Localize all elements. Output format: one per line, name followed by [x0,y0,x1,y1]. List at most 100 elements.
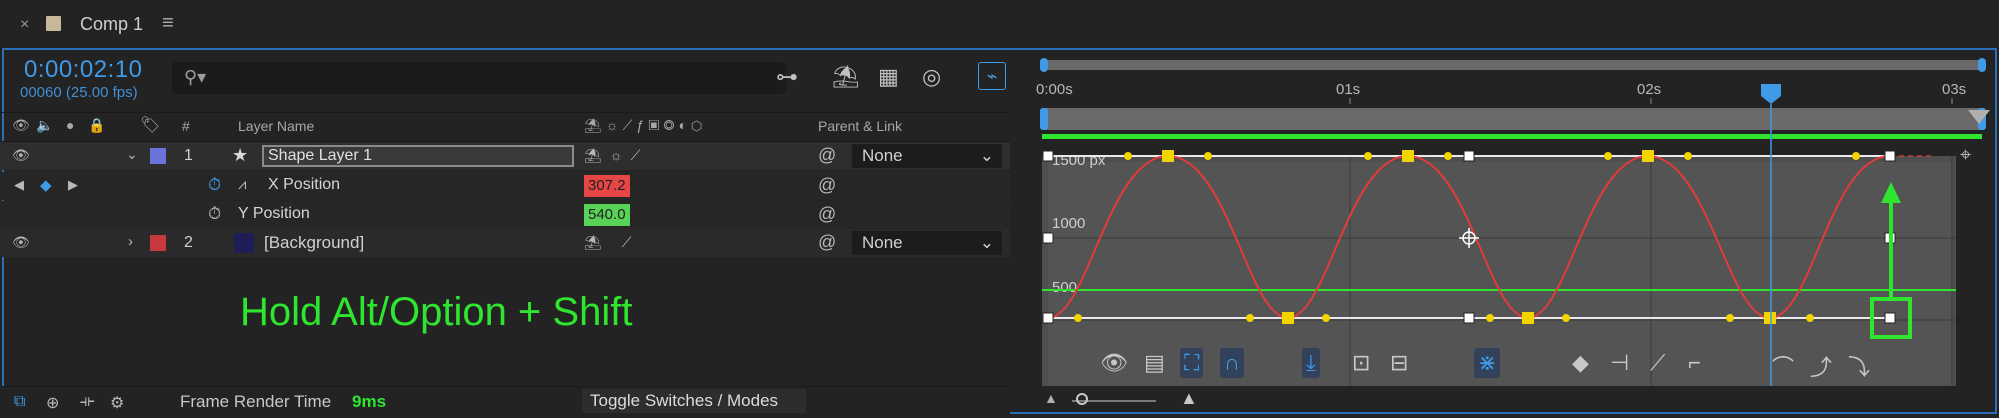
keyframe [1764,312,1776,324]
shy-layers-icon[interactable]: ⛱ [832,64,860,90]
fit-selection-icon[interactable]: ⊡ [1352,350,1370,376]
layer-duration-bar [1040,108,1986,130]
layer-name-background[interactable]: [Background] [264,233,364,253]
work-area-bar [1040,60,1986,70]
shape-layer-star-icon: ★ [232,145,249,165]
parent-dropdown-value: None [862,233,903,252]
separate-dimensions-icon[interactable]: ⋇ [1474,348,1501,378]
prev-keyframe-icon[interactable]: ◀ [14,177,24,193]
parent-dropdown-layer-2[interactable]: None ⌄ [852,231,1002,255]
easy-ease-icon[interactable]: ⌒ [1772,350,1794,382]
stopwatch-icon[interactable]: ⏱ [208,175,221,195]
property-row-x-position[interactable]: ◀ ◆ ▶ ⏱ ⩘ X Position @ [0,172,1010,200]
layer-row-2[interactable]: 👁 › 2 [Background] ⛱⟋ @ None ⌄ [0,229,1010,257]
keyframe-diamond-icon[interactable]: ◆ [40,176,52,194]
graph-editor-toolbar: 👁 ▤ ⛶ ∩ ⤓ ⊡ ⊟ ⋇ ◆ ⊣ ⟋ ⌐ ⌒ ⤴ ⤵ [1030,344,1990,384]
label-color-swatch[interactable] [150,235,166,251]
expand-chevron-down-icon[interactable]: ⌄ [126,146,138,163]
y-position-value[interactable]: 540.0 [584,204,630,226]
transform-box-icon[interactable]: ⛶ [1180,348,1204,378]
label-color-swatch[interactable] [150,148,166,164]
lock-switch-icon[interactable]: 🔒 [88,117,105,134]
expand-chevron-right-icon[interactable]: › [128,233,133,250]
graph-options-icon[interactable]: ▤ [1144,350,1165,376]
graph-include-icon[interactable]: ⩘ [238,176,246,193]
reference-handle-icon[interactable]: ⌖ [1960,144,1971,167]
pick-whip-icon[interactable]: @ [818,232,836,253]
layer-buttons-icon[interactable]: ⧉ [14,393,25,411]
time-ruler [1030,76,1990,104]
column-parent-link[interactable]: Parent & Link [818,118,902,134]
composition-icon [46,16,61,31]
chevron-down-icon: ⌄ [979,233,994,252]
next-keyframe-icon[interactable]: ▶ [68,177,78,193]
panel-menu-button[interactable]: ≡ [162,12,174,35]
video-switch-icon[interactable]: 👁 [12,117,30,134]
graph-editor[interactable]: 0:00s 01s 02s 03s 1500 px 1000 500 ⌖ [1030,48,1990,388]
column-layer-name[interactable]: Layer Name [238,118,314,134]
pick-whip-icon[interactable]: @ [818,145,836,166]
show-properties-icon[interactable]: 👁 [1100,350,1128,376]
property-row-y-position[interactable]: ⏱ Y Position @ [0,201,1010,229]
layer-in-handle [1040,108,1048,130]
layer-search-field[interactable]: ⚲▾ [172,62,786,94]
keyframe [1522,312,1534,324]
layer-switches-icon: ⛱☼⟋ƒ▣◎◐⬡ [584,117,707,133]
auto-zoom-icon[interactable]: ⤓ [1302,348,1320,378]
keyframe [1162,150,1174,162]
x-position-value[interactable]: 307.2 [584,175,630,197]
graph-editor-icon[interactable]: ⌁ [978,62,1006,90]
visibility-eye-icon[interactable]: 👁 [12,234,30,251]
render-time-icon[interactable]: ⚙ [110,393,124,413]
parent-dropdown-value: None [862,146,903,165]
label-color-icon[interactable]: 🏷 [140,115,160,135]
audio-switch-icon[interactable]: 🔈 [36,117,53,134]
graph-scroll-marker[interactable] [1968,110,1990,124]
frame-count-display: 00060 (25.00 fps) [20,84,138,101]
layer-index: 2 [184,234,193,251]
pick-whip-icon[interactable]: @ [818,175,836,196]
zoom-in-icon[interactable]: ▲ [1180,388,1198,409]
transfer-controls-icon[interactable]: ⊕ [46,393,59,413]
edit-keyframe-icon[interactable]: ◆ [1572,350,1589,376]
property-name-x-position: X Position [268,176,341,193]
easy-ease-in-icon[interactable]: ⤴ [1810,350,1832,382]
solo-switch-icon[interactable]: ● [66,117,74,133]
graph-editor-canvas[interactable]: 0:00s 01s 02s 03s 1500 px 1000 500 [1030,48,1990,388]
composition-tab-title[interactable]: Comp 1 [80,14,143,35]
stopwatch-icon[interactable]: ⏱ [208,204,221,224]
easy-ease-out-icon[interactable]: ⤵ [1848,350,1870,382]
visibility-eye-icon[interactable]: 👁 [12,147,30,164]
layer-name-field[interactable]: Shape Layer 1 [262,145,574,167]
auto-bezier-icon[interactable]: ⌐ [1688,350,1701,376]
zoom-slider-thumb[interactable] [1076,393,1088,405]
work-area-end-handle [1978,58,1986,72]
snap-magnet-icon[interactable]: ∩ [1220,348,1244,378]
layer-switch-icons[interactable]: ⛱☼⟋ [584,147,648,164]
graph-label-1500: 1500 px [1052,152,1106,169]
pick-whip-icon[interactable]: @ [818,204,836,225]
comp-mini-flowchart-icon[interactable]: ⊶ [776,64,798,90]
parent-dropdown-layer-1[interactable]: None ⌄ [852,144,1002,168]
keyframe [1642,150,1654,162]
motion-blur-icon[interactable]: ◎ [922,64,941,90]
timeline-zoom: ▲ ▲ [1040,388,1240,414]
status-bar: ⧉ ⊕ ⟛ ⚙ Frame Render Time 9ms Toggle Swi… [0,386,1010,417]
toggle-switches-modes-button[interactable]: Toggle Switches / Modes [582,389,806,413]
fit-all-icon[interactable]: ⊟ [1390,350,1408,376]
close-tab-button[interactable]: × [20,16,29,34]
keyframe [1282,312,1294,324]
ruler-tick-1: 01s [1336,81,1360,98]
ruler-tick-0: 0:00s [1036,81,1073,98]
layer-switch-icons[interactable]: ⛱⟋ [584,234,652,251]
in-out-icon[interactable]: ⟛ [80,393,95,411]
column-number: # [182,118,190,134]
zoom-out-icon[interactable]: ▲ [1044,390,1058,406]
tutorial-caption: Hold Alt/Option + Shift [240,290,633,334]
hold-keyframe-icon[interactable]: ⊣ [1610,350,1629,376]
linear-keyframe-icon[interactable]: ⟋ [1650,350,1665,376]
frame-blending-icon[interactable]: ▦ [878,64,899,90]
render-time-value: 9ms [352,392,387,411]
layer-index: 1 [184,147,193,164]
current-time-display[interactable]: 0:00:02:10 [24,56,142,84]
